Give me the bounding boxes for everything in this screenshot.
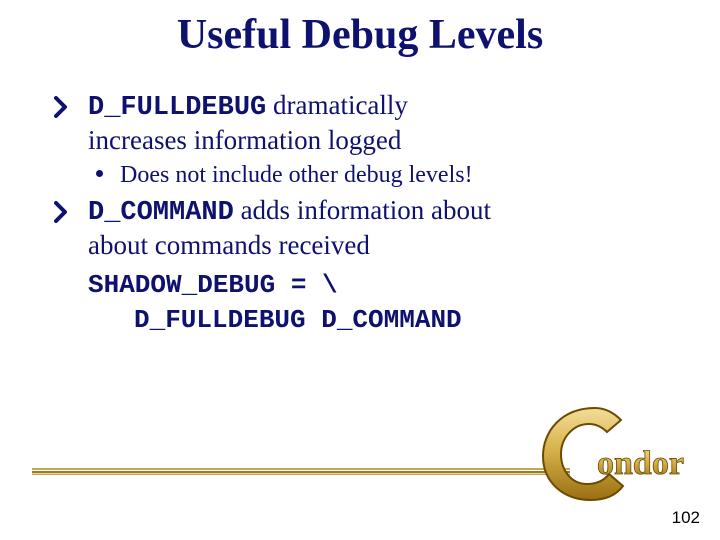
bullet-1-text-a: dramatically	[266, 90, 408, 120]
bullet-1-sub: Does not include other debug levels!	[48, 161, 690, 189]
bullet-2: D_COMMAND adds information about about c…	[48, 195, 690, 262]
slide-body: D_FULLDEBUG dramatically increases infor…	[48, 90, 690, 338]
bullet-dot-icon	[96, 170, 103, 177]
condor-logo: ondor	[537, 396, 702, 506]
bullet-2-text-b: about commands received	[88, 230, 370, 260]
code-line-1: SHADOW_DEBUG = \	[88, 268, 690, 303]
bullet-1: D_FULLDEBUG dramatically increases infor…	[48, 90, 690, 157]
chevron-right-icon	[54, 201, 68, 223]
code-block: SHADOW_DEBUG = \ D_FULLDEBUG D_COMMAND	[88, 268, 690, 338]
bullet-2-text-a: adds information about	[234, 195, 491, 225]
code-line-2: D_FULLDEBUG D_COMMAND	[88, 303, 690, 338]
bullet-1-text-b: increases information logged	[88, 125, 401, 155]
chevron-right-icon	[54, 96, 68, 118]
page-number: 102	[672, 508, 700, 528]
slide-title: Useful Debug Levels	[0, 0, 720, 58]
footer-rule	[32, 462, 570, 469]
logo-text: ondor	[597, 445, 684, 482]
bullet-2-code: D_COMMAND	[88, 198, 234, 228]
bullet-1-code: D_FULLDEBUG	[88, 93, 266, 123]
bullet-1-sub-text: Does not include other debug levels!	[120, 162, 473, 188]
